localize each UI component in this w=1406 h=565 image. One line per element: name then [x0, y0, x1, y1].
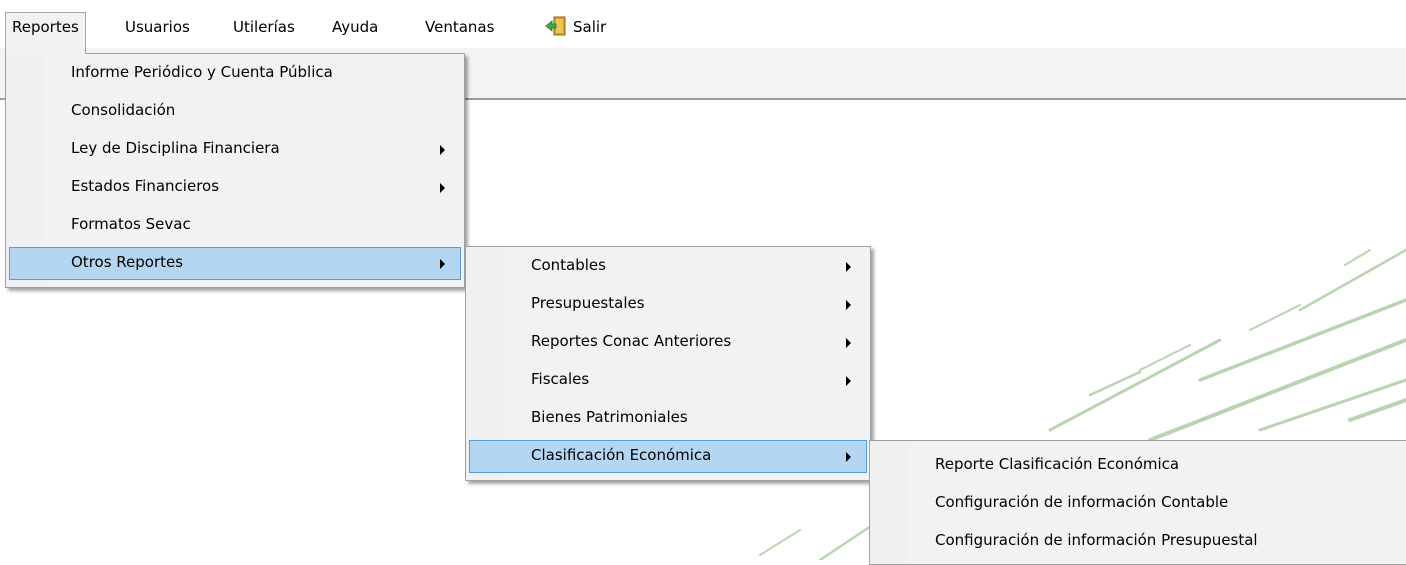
menu-item-consolidacion[interactable]: Consolidación: [9, 95, 461, 128]
menu-item-fiscales[interactable]: Fiscales: [469, 364, 867, 397]
submenu-arrow-icon: [440, 145, 445, 155]
menu-item-informe-periodico[interactable]: Informe Periódico y Cuenta Pública: [9, 57, 461, 90]
menu-reportes[interactable]: Reportes: [5, 12, 86, 54]
submenu-arrow-icon: [846, 376, 851, 386]
submenu-arrow-icon: [440, 259, 445, 269]
menubar: Reportes Usuarios Utilerías Ayuda Ventan…: [0, 0, 1406, 54]
submenu-arrow-icon: [846, 452, 851, 462]
submenu-arrow-icon: [440, 183, 445, 193]
clasificacion-economica-menu: Reporte Clasificación Económica Configur…: [869, 440, 1406, 565]
submenu-arrow-icon: [846, 338, 851, 348]
menu-item-clasificacion-economica[interactable]: Clasificación Económica: [469, 440, 867, 473]
submenu-arrow-icon: [846, 300, 851, 310]
menu-item-estados-financieros[interactable]: Estados Financieros: [9, 171, 461, 204]
menu-item-config-info-contable[interactable]: Configuración de información Contable: [873, 487, 1403, 520]
exit-door-icon: [545, 16, 567, 36]
menu-salir[interactable]: Salir: [538, 12, 613, 42]
menu-item-reportes-conac-anteriores[interactable]: Reportes Conac Anteriores: [469, 326, 867, 359]
menu-item-presupuestales[interactable]: Presupuestales: [469, 288, 867, 321]
menu-item-config-info-presupuestal[interactable]: Configuración de información Presupuesta…: [873, 525, 1403, 558]
submenu-arrow-icon: [846, 262, 851, 272]
otros-reportes-menu: Contables Presupuestales Reportes Conac …: [465, 246, 871, 481]
menu-item-ley-disciplina[interactable]: Ley de Disciplina Financiera: [9, 133, 461, 166]
menu-ventanas[interactable]: Ventanas: [418, 12, 501, 42]
menu-utilerias[interactable]: Utilerías: [226, 12, 302, 42]
menu-item-reporte-clasificacion-economica[interactable]: Reporte Clasificación Económica: [873, 449, 1403, 482]
reportes-menu: Informe Periódico y Cuenta Pública Conso…: [5, 53, 465, 288]
menu-usuarios[interactable]: Usuarios: [118, 12, 197, 42]
menu-item-formatos-sevac[interactable]: Formatos Sevac: [9, 209, 461, 242]
menu-ayuda[interactable]: Ayuda: [325, 12, 385, 42]
menu-item-contables[interactable]: Contables: [469, 250, 867, 283]
menu-item-bienes-patrimoniales[interactable]: Bienes Patrimoniales: [469, 402, 867, 435]
menu-item-otros-reportes[interactable]: Otros Reportes: [9, 247, 461, 280]
